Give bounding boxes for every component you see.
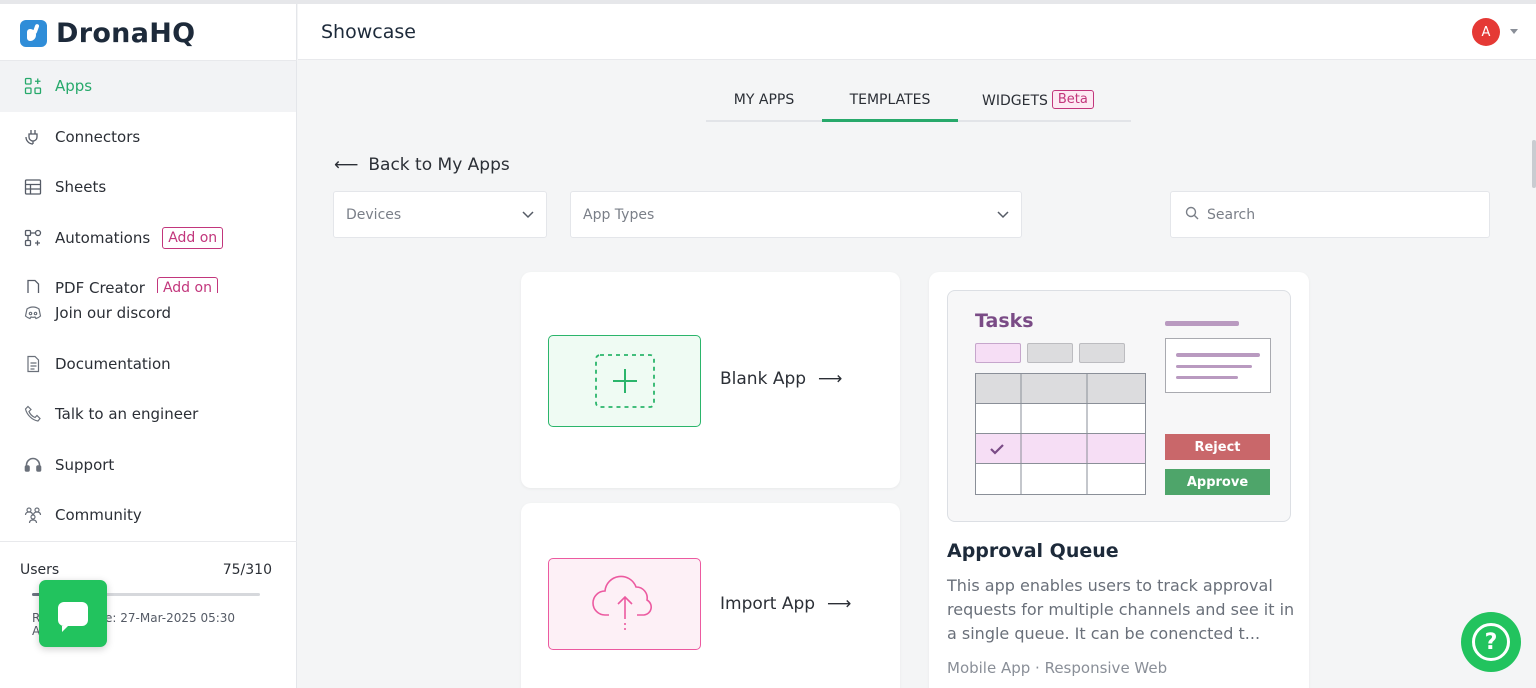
- sidebar-links: Join our discord Documentation Talk to a…: [0, 288, 296, 541]
- link-label: Talk to an engineer: [55, 405, 198, 423]
- blank-app-label: Blank App: [720, 369, 806, 389]
- dronahq-logo-icon: [20, 20, 47, 47]
- blank-app-card[interactable]: Blank App ⟶: [521, 272, 900, 488]
- preview-filter-chip: [1027, 343, 1073, 363]
- back-to-my-apps-link[interactable]: ⟵ Back to My Apps: [334, 155, 510, 175]
- arrow-left-icon: ⟵: [334, 155, 358, 175]
- logo-text: DronaHQ: [56, 18, 195, 49]
- top-header: Showcase A: [298, 4, 1536, 60]
- addon-badge: Add on: [162, 227, 223, 249]
- plus-icon: [594, 353, 656, 409]
- tab-widgets[interactable]: WIDGETSBeta: [982, 92, 1112, 122]
- preview-filter-chip: [975, 343, 1021, 363]
- logo[interactable]: DronaHQ: [20, 18, 195, 49]
- devices-placeholder: Devices: [346, 207, 401, 223]
- users-label: Users: [20, 562, 59, 578]
- sidebar-item-connectors[interactable]: Connectors: [0, 112, 296, 163]
- preview-filter-chip: [1079, 343, 1125, 363]
- template-card-approval-queue[interactable]: Tasks Reject Approve Approval Queue This…: [929, 272, 1309, 688]
- preview-detail-panel: [1165, 338, 1271, 393]
- discord-icon: [22, 303, 43, 324]
- users-count: 75/310: [223, 562, 272, 578]
- search-box: [1170, 191, 1490, 238]
- tab-bar: MY APPS TEMPLATES WIDGETSBeta: [706, 82, 1131, 122]
- plug-icon: [22, 126, 43, 147]
- chevron-down-icon: [520, 206, 536, 226]
- tab-label: MY APPS: [734, 92, 794, 108]
- arrow-right-icon: ⟶: [827, 594, 851, 614]
- sidebar-item-label: Sheets: [55, 178, 106, 196]
- link-talk-to-engineer[interactable]: Talk to an engineer: [0, 389, 296, 440]
- preview-table: [975, 373, 1146, 495]
- sidebar-item-label: Apps: [55, 77, 92, 95]
- link-label: Documentation: [55, 355, 171, 373]
- users-row: Users 75/310: [20, 562, 272, 578]
- template-description: This app enables users to track approval…: [947, 574, 1297, 646]
- import-app-tile: [548, 558, 701, 650]
- preview-title: Tasks: [975, 310, 1034, 332]
- link-support[interactable]: Support: [0, 440, 296, 491]
- community-icon: [22, 505, 43, 526]
- sidebar-item-label: Connectors: [55, 128, 140, 146]
- app-types-placeholder: App Types: [583, 207, 654, 223]
- tab-label: TEMPLATES: [850, 92, 931, 108]
- back-label: Back to My Apps: [368, 155, 509, 175]
- link-community[interactable]: Community: [0, 490, 296, 541]
- link-documentation[interactable]: Documentation: [0, 339, 296, 390]
- import-app-card[interactable]: Import App ⟶: [521, 503, 900, 688]
- arrow-right-icon: ⟶: [818, 369, 842, 389]
- sidebar-item-apps[interactable]: Apps: [0, 61, 296, 112]
- table-icon: [22, 177, 43, 198]
- sidebar-item-automations[interactable]: Automations Add on: [0, 213, 296, 264]
- sidebar-item-sheets[interactable]: Sheets: [0, 162, 296, 213]
- headset-icon: [22, 454, 43, 475]
- chevron-down-icon: [995, 206, 1011, 226]
- tab-templates[interactable]: TEMPLATES: [822, 92, 958, 122]
- template-title: Approval Queue: [947, 540, 1119, 562]
- chat-bubble-icon: [58, 602, 88, 626]
- template-tags: Mobile App · Responsive Web: [947, 659, 1167, 677]
- apps-icon: [22, 76, 43, 97]
- avatar[interactable]: A: [1472, 18, 1500, 46]
- tab-my-apps[interactable]: MY APPS: [706, 92, 822, 122]
- renewal-text: te: 27-Mar-2025 05:30: [100, 611, 235, 625]
- chevron-down-icon[interactable]: [1510, 29, 1518, 34]
- preview-line: [1165, 321, 1239, 326]
- import-app-label: Import App: [720, 594, 815, 614]
- page-title: Showcase: [321, 21, 416, 43]
- search-input[interactable]: [1207, 207, 1467, 223]
- cloud-upload-icon: [589, 571, 661, 637]
- link-label: Community: [55, 506, 142, 524]
- link-discord[interactable]: Join our discord: [0, 288, 296, 339]
- automation-icon: [22, 227, 43, 248]
- preview-reject-button: Reject: [1165, 434, 1270, 460]
- document-icon: [22, 353, 43, 374]
- phone-icon: [22, 404, 43, 425]
- scrollbar-thumb[interactable]: [1532, 140, 1536, 188]
- beta-badge: Beta: [1052, 90, 1094, 109]
- app-types-select[interactable]: App Types: [570, 191, 1022, 238]
- template-preview: Tasks Reject Approve: [947, 290, 1291, 522]
- sidebar-nav: Apps Connectors Sheets Automations Add o…: [0, 61, 296, 293]
- import-app-action[interactable]: Import App ⟶: [720, 594, 851, 614]
- tab-label: WIDGETS: [982, 93, 1048, 109]
- blank-app-tile: [548, 335, 701, 427]
- chat-button[interactable]: [39, 580, 107, 647]
- preview-approve-button: Approve: [1165, 469, 1270, 495]
- link-label: Support: [55, 456, 114, 474]
- search-icon: [1185, 205, 1199, 224]
- devices-select[interactable]: Devices: [333, 191, 547, 238]
- blank-app-action[interactable]: Blank App ⟶: [720, 369, 842, 389]
- help-button[interactable]: ?: [1461, 612, 1521, 672]
- link-label: Join our discord: [55, 304, 171, 322]
- sidebar-item-label: Automations: [55, 229, 150, 247]
- question-mark-icon: ?: [1472, 623, 1510, 661]
